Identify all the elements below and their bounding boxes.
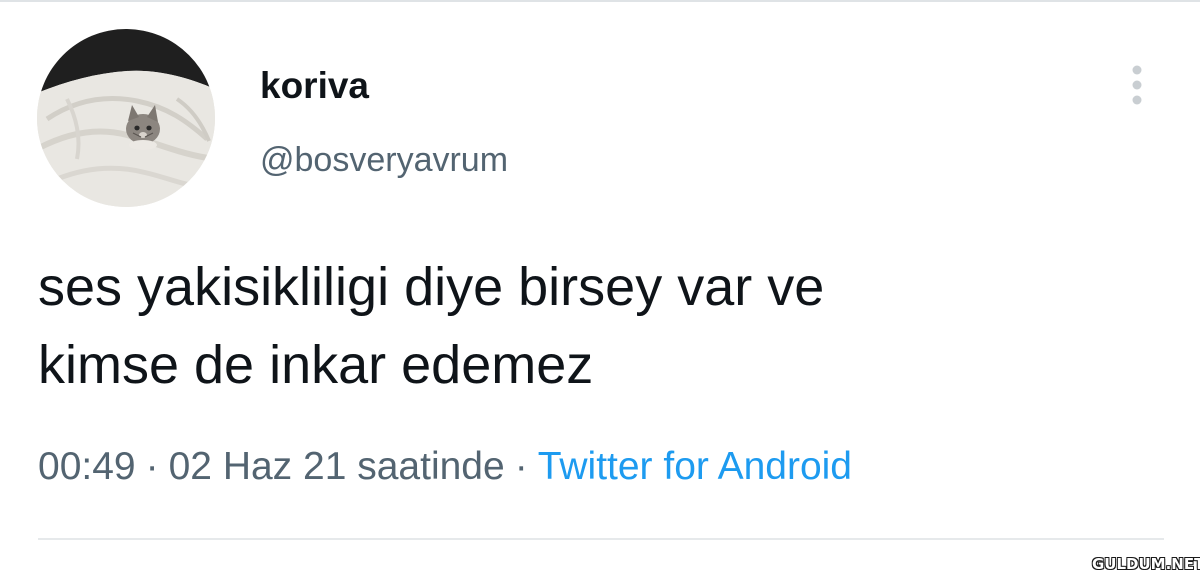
author-display-name[interactable]: koriva — [260, 62, 369, 110]
author-handle[interactable]: @bosveryavrum — [260, 137, 508, 183]
divider — [38, 538, 1164, 540]
tweet-date[interactable]: 02 Haz 21 saatinde — [169, 445, 505, 488]
tweet-card: koriva @bosveryavrum ses yakisikliligi d… — [0, 0, 1200, 577]
top-border — [0, 0, 1200, 2]
more-vertical-icon — [1132, 65, 1142, 105]
avatar[interactable] — [37, 29, 215, 207]
tweet-text: ses yakisikliligi diye birsey var ve kim… — [38, 248, 1158, 404]
more-options-button[interactable] — [1120, 60, 1154, 110]
kitten-avatar-image — [37, 29, 215, 207]
tweet-time[interactable]: 00:49 — [38, 445, 136, 488]
tweet-meta: 00:49 · 02 Haz 21 saatinde · Twitter for And… — [38, 440, 852, 494]
meta-separator: · — [145, 445, 159, 488]
tweet-text-line: kimse de inkar edemez — [38, 335, 594, 395]
meta-separator: · — [514, 445, 528, 488]
watermark-logo: GULDUM.NET — [1092, 555, 1200, 574]
tweet-source-link[interactable]: Twitter for Android — [538, 445, 852, 488]
tweet-text-line: ses yakisikliligi diye birsey var ve — [38, 257, 825, 317]
